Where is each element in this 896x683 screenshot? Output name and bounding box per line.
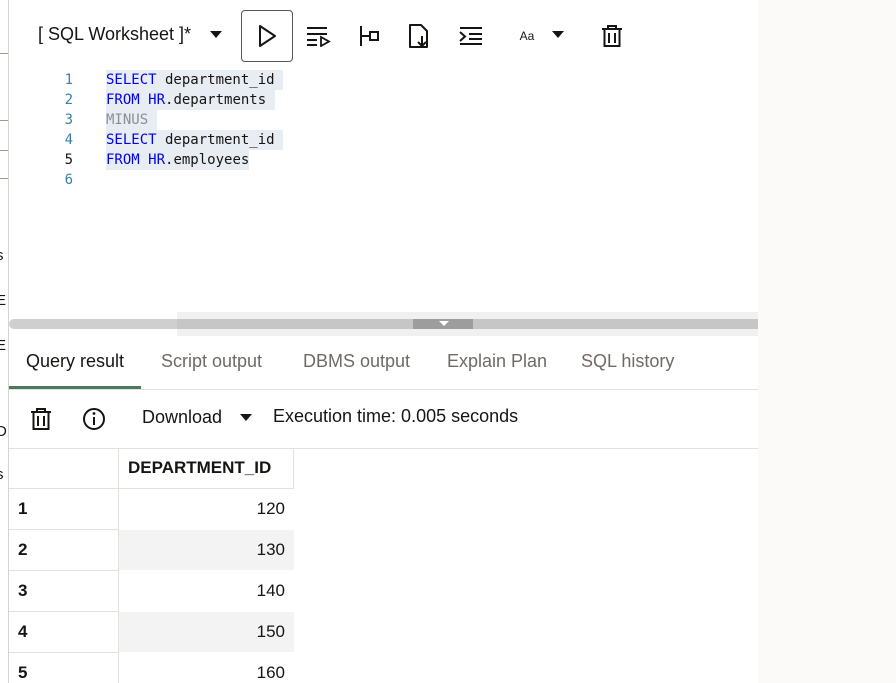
chevron-down-icon[interactable] <box>552 31 564 38</box>
download-button[interactable]: Download <box>142 407 222 428</box>
tab-script-output[interactable]: Script output <box>161 336 262 389</box>
code-text: FROM HR.employees <box>106 150 250 170</box>
line-number: 6 <box>64 172 73 188</box>
code-fragment: department_id <box>156 132 284 148</box>
editor-line: 3 MINUS <box>9 110 758 130</box>
schema-name: HR <box>148 152 166 168</box>
divider <box>0 120 8 121</box>
keyword: SELECT <box>106 132 157 148</box>
clipped-text: s <box>0 247 4 264</box>
clipped-text: E <box>0 337 6 354</box>
line-number: 5 <box>64 152 73 168</box>
table-cell[interactable]: 120 <box>119 489 294 530</box>
schema-name: HR <box>148 92 166 108</box>
operator: MINUS <box>106 112 149 128</box>
table-row[interactable]: 3 140 <box>9 571 294 612</box>
format-button[interactable] <box>445 10 497 62</box>
editor-line: 2 FROM HR.departments <box>9 90 758 110</box>
run-script-button[interactable] <box>292 10 344 62</box>
row-number: 5 <box>9 653 119 683</box>
line-number: 2 <box>64 92 73 108</box>
right-panel <box>758 0 896 683</box>
info-icon <box>83 408 105 430</box>
code-fragment: department_id <box>156 72 284 88</box>
code-text: SELECT department_id <box>106 70 284 90</box>
keyword: SELECT <box>106 72 157 88</box>
code-text: SELECT department_id <box>106 130 284 150</box>
divider <box>0 178 8 179</box>
code-fragment: .employees <box>165 152 250 168</box>
clipped-text: D <box>0 423 7 440</box>
font-size-button[interactable]: Aa <box>501 10 553 62</box>
editor-line: 5 FROM HR.employees <box>9 150 758 170</box>
sql-worksheet-app: ) s E E D s [ SQL Worksheet ]* <box>0 0 758 683</box>
worksheet-selector[interactable]: [ SQL Worksheet ]* <box>38 24 191 45</box>
worksheet-toolbar: [ SQL Worksheet ]* Aa <box>9 0 758 70</box>
clear-button[interactable] <box>586 10 638 62</box>
divider <box>0 53 8 54</box>
code-text: FROM HR.departments <box>106 90 275 110</box>
sql-editor[interactable]: 1 SELECT department_id 2 FROM HR.departm… <box>9 70 758 312</box>
tab-explain-plan[interactable]: Explain Plan <box>447 336 547 389</box>
line-number: 4 <box>64 132 73 148</box>
editor-result-splitter[interactable] <box>9 312 758 336</box>
result-grid: DEPARTMENT_ID 1 120 2 130 3 140 4 150 5 … <box>9 449 758 683</box>
code-fragment: .departments <box>165 92 275 108</box>
table-cell[interactable]: 160 <box>119 653 294 683</box>
column-header-department-id[interactable]: DEPARTMENT_ID <box>119 449 294 489</box>
result-toolbar: Download Execution time: 0.005 seconds <box>9 390 758 449</box>
execution-time: Execution time: 0.005 seconds <box>273 406 519 426</box>
download-script-button[interactable] <box>393 10 445 62</box>
format-icon <box>459 27 482 45</box>
table-row[interactable]: 4 150 <box>9 612 294 653</box>
run-statement-icon <box>259 25 276 47</box>
clear-output-button[interactable] <box>28 406 54 432</box>
line-number: 1 <box>64 72 73 88</box>
editor-line: 6 <box>9 170 758 190</box>
left-navigator-edge: ) s E E D s <box>0 0 9 683</box>
explain-plan-button[interactable] <box>342 10 394 62</box>
editor-line: 1 SELECT department_id <box>9 70 758 90</box>
trash-icon <box>31 408 51 430</box>
output-tabs: Query result Script output DBMS output E… <box>9 336 758 390</box>
table-cell[interactable]: 140 <box>119 571 294 612</box>
clipped-text: s <box>0 466 4 483</box>
row-number-header <box>9 449 119 489</box>
chevron-down-icon <box>439 321 449 326</box>
row-number: 3 <box>9 571 119 612</box>
table-row[interactable]: 2 130 <box>9 530 294 571</box>
table-row[interactable]: 1 120 <box>9 489 294 530</box>
table-cell[interactable]: 150 <box>119 612 294 653</box>
tab-sql-history[interactable]: SQL history <box>581 336 674 389</box>
explain-plan-icon <box>360 26 379 46</box>
tab-query-result[interactable]: Query result <box>9 336 142 389</box>
trash-icon <box>602 25 622 47</box>
row-number: 4 <box>9 612 119 653</box>
row-number: 1 <box>9 489 119 530</box>
editor-line: 4 SELECT department_id <box>9 130 758 150</box>
run-statement-button[interactable] <box>241 10 293 62</box>
tab-dbms-output[interactable]: DBMS output <box>303 336 410 389</box>
clipped-text: ) <box>0 76 1 93</box>
row-number: 2 <box>9 530 119 571</box>
code-text: MINUS <box>106 110 157 130</box>
line-number: 3 <box>64 112 73 128</box>
keyword: FROM <box>106 152 140 168</box>
chevron-down-icon[interactable] <box>210 31 222 38</box>
table-row[interactable]: 5 160 <box>9 653 294 683</box>
clipped-text: E <box>0 292 6 309</box>
divider <box>0 150 8 151</box>
keyword: FROM <box>106 92 140 108</box>
run-script-icon <box>307 27 331 47</box>
save-file-icon <box>409 24 428 48</box>
chevron-down-icon[interactable] <box>240 414 252 421</box>
info-button[interactable] <box>81 406 107 432</box>
font-size-icon: Aa <box>519 29 535 43</box>
table-cell[interactable]: 130 <box>119 530 294 571</box>
